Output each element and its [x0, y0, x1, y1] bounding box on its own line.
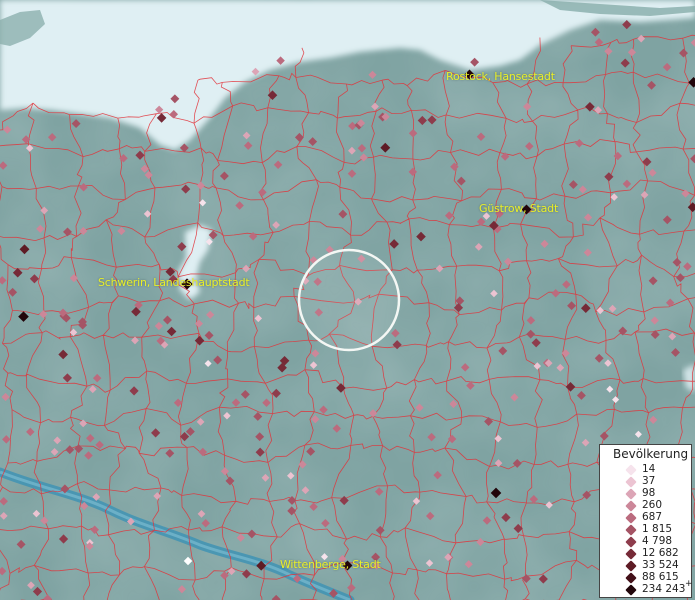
legend-value: 12 682	[642, 547, 679, 559]
legend-value: 1 815	[642, 523, 673, 535]
legend-swatch	[625, 584, 637, 596]
legend-swatch	[625, 548, 637, 560]
legend-value: 234 243	[642, 583, 686, 595]
legend-swatch	[625, 560, 637, 572]
legend-swatch	[625, 524, 637, 536]
legend-value: 687	[642, 511, 663, 523]
city-label-guestrow[interactable]: Güstrow, Stadt	[479, 202, 558, 215]
legend-overflow-mark: +	[685, 579, 693, 589]
search-radius-circle[interactable]	[297, 248, 401, 352]
legend-row: 234 243	[600, 583, 690, 596]
legend-swatch	[625, 572, 637, 584]
legend-swatch	[625, 476, 637, 488]
legend-swatch	[625, 536, 637, 548]
legend-value: 14	[642, 463, 656, 475]
legend-value: 98	[642, 487, 656, 499]
city-label-schwerin[interactable]: Schwerin, Landeshauptstadt	[98, 276, 250, 289]
legend-swatch	[625, 488, 637, 500]
city-label-rostock[interactable]: Rostock, Hansestadt	[446, 70, 555, 83]
legend-value: 88 615	[642, 571, 679, 583]
population-legend: Bevölkerung 14 37 98 260 687 1 815 4 798 12 682…	[599, 444, 693, 598]
map-canvas[interactable]	[0, 0, 695, 600]
legend-value: 37	[642, 475, 656, 487]
legend-title: Bevölkerung	[613, 447, 689, 461]
legend-swatch	[625, 512, 637, 524]
legend-swatch	[625, 464, 637, 476]
city-label-wittenberge[interactable]: Wittenberge, Stadt	[280, 558, 381, 571]
legend-value: 260	[642, 499, 663, 511]
map-viewport[interactable]: Rostock, Hansestadt Güstrow, Stadt Schwe…	[0, 0, 695, 600]
legend-value: 33 524	[642, 559, 679, 571]
legend-value: 4 798	[642, 535, 673, 547]
legend-swatch	[625, 500, 637, 512]
